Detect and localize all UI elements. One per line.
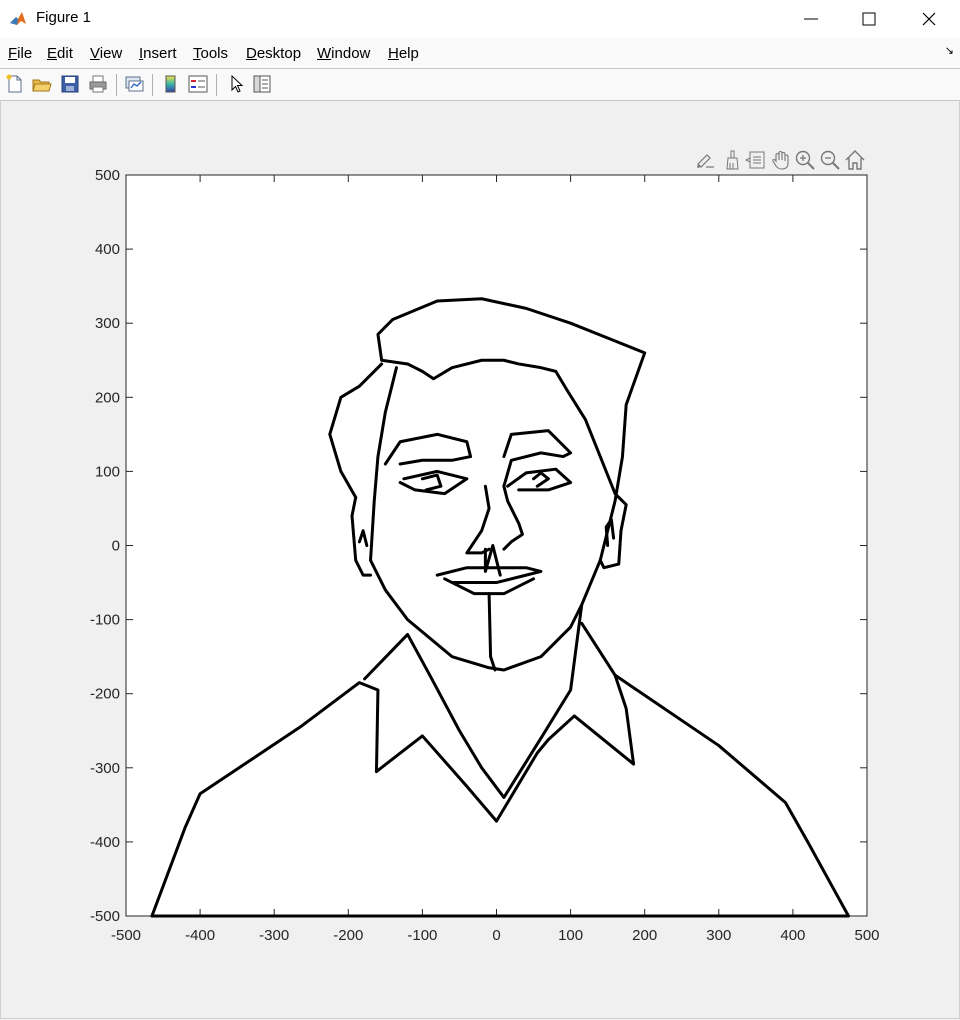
restore-view-button[interactable] xyxy=(844,149,866,171)
x-tick-label: 200 xyxy=(632,927,657,944)
data-tips-icon xyxy=(744,151,765,169)
pan-button[interactable] xyxy=(770,149,792,171)
x-tick-label: -500 xyxy=(111,927,141,944)
brush-edit-button[interactable] xyxy=(694,149,716,171)
y-tick-label: 500 xyxy=(95,167,120,184)
x-tick-label: 500 xyxy=(854,927,879,944)
x-tick-label: 400 xyxy=(780,927,805,944)
y-tick-label: -500 xyxy=(90,908,120,925)
data-brush-button[interactable] xyxy=(720,149,742,171)
zoom-in-button[interactable] xyxy=(794,149,816,171)
plot-canvas: -500 -400 -300 -200 -100 0 100 200 300 400 500 -50… xyxy=(90,167,880,944)
y-tick-label: 0 xyxy=(112,538,120,555)
x-tick-label: 100 xyxy=(558,927,583,944)
x-axis-tick-labels: -500 -400 -300 -200 -100 0 100 200 300 400 500 xyxy=(111,927,880,944)
x-tick-label: -300 xyxy=(259,927,289,944)
zoom-in-icon xyxy=(795,150,815,170)
y-tick-label: 400 xyxy=(95,241,120,258)
restore-view-home-icon xyxy=(845,150,865,170)
y-tick-label: -400 xyxy=(90,834,120,851)
y-axis-tick-labels: -500 -400 -300 -200 -100 0 100 200 300 400 500 xyxy=(90,167,120,925)
y-tick-label: 200 xyxy=(95,389,120,406)
x-tick-label: 300 xyxy=(706,927,731,944)
x-tick-label: 0 xyxy=(492,927,500,944)
x-tick-label: -100 xyxy=(407,927,437,944)
data-tips-button[interactable] xyxy=(744,149,767,171)
brush-edit-icon xyxy=(697,154,714,168)
y-tick-label: -200 xyxy=(90,686,120,703)
axes-box[interactable] xyxy=(125,174,868,917)
zoom-out-button[interactable] xyxy=(819,149,841,171)
pan-hand-icon xyxy=(772,150,789,170)
y-tick-label: -300 xyxy=(90,760,120,777)
x-tick-label: -200 xyxy=(333,927,363,944)
zoom-out-icon xyxy=(820,150,840,170)
x-tick-label: -400 xyxy=(185,927,215,944)
y-tick-label: 100 xyxy=(95,463,120,480)
y-tick-label: -100 xyxy=(90,612,120,629)
y-tick-label: 300 xyxy=(95,315,120,332)
data-brush-icon xyxy=(726,150,739,170)
